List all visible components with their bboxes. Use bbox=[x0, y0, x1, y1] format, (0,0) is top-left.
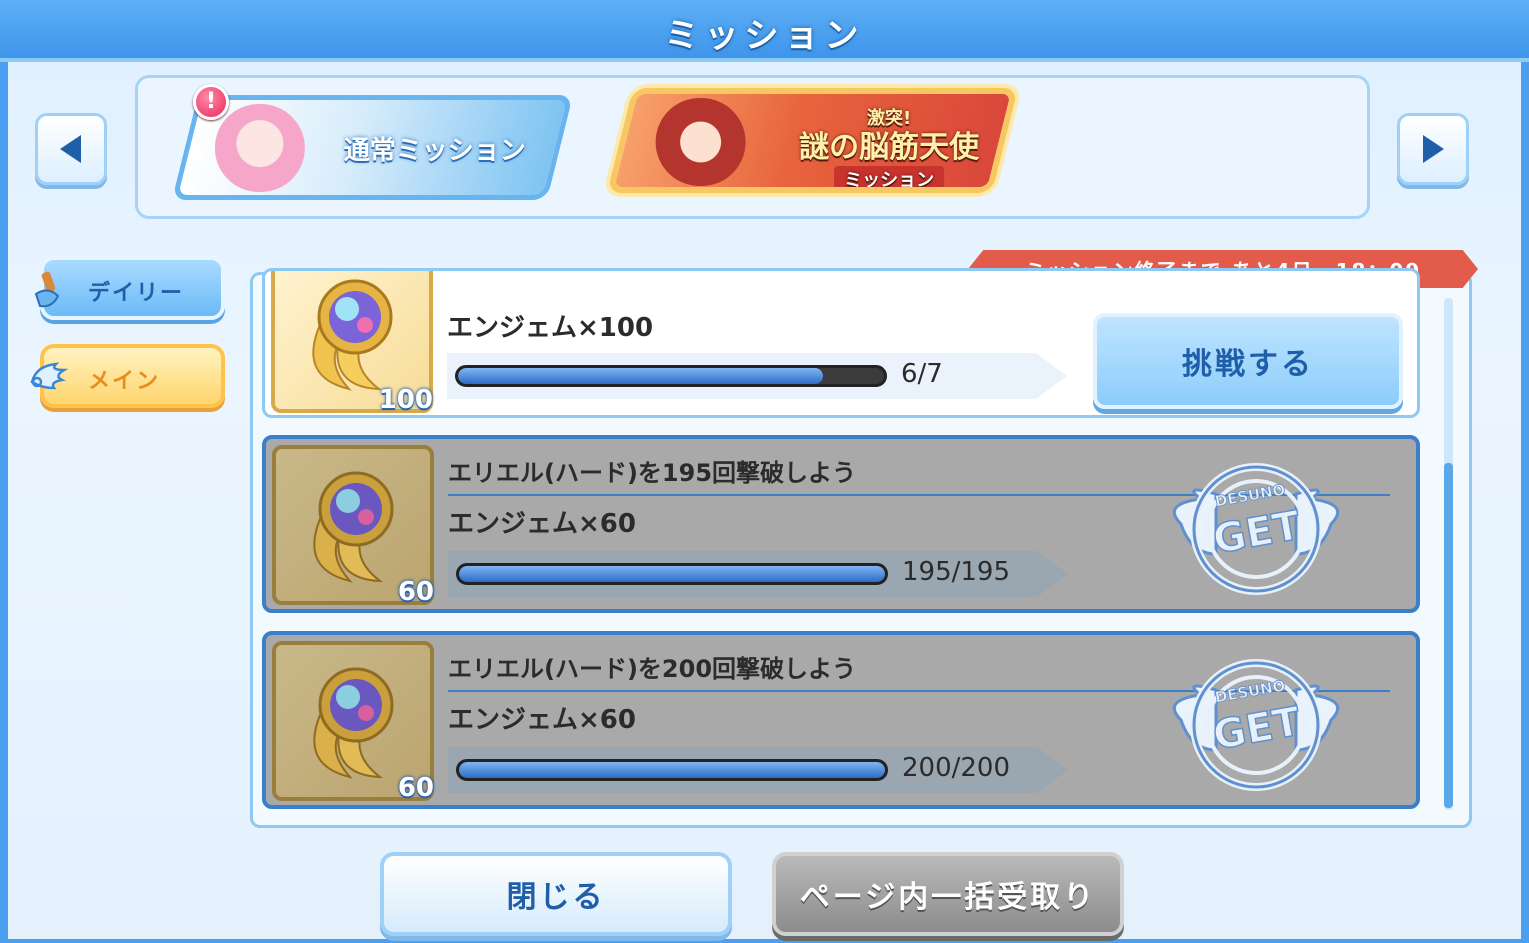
event-label-line1: 激突! bbox=[867, 108, 912, 129]
arrow-left-icon bbox=[60, 135, 81, 163]
reward-icon: 60 bbox=[272, 641, 434, 803]
prev-tab-button[interactable] bbox=[35, 113, 107, 185]
progress-text: 200/200 bbox=[902, 753, 1011, 783]
event-label-line2: 謎の脳筋天使 bbox=[799, 130, 980, 165]
mission-reward: エンジェム×60 bbox=[448, 509, 636, 539]
angem-icon bbox=[313, 667, 394, 779]
challenge-button[interactable]: 挑戦する bbox=[1093, 313, 1403, 409]
tab-event-mission-label: 激突! 謎の脳筋天使 ミッション bbox=[789, 104, 989, 192]
reward-count: 60 bbox=[397, 773, 434, 803]
reward-count: 100 bbox=[378, 385, 433, 415]
event-label-line3: ミッション bbox=[834, 166, 945, 192]
mission-title: エリエル(ハード)を200回撃破しよう bbox=[448, 655, 857, 683]
mission-reward: エンジェム×60 bbox=[448, 705, 636, 735]
brush-icon bbox=[34, 271, 60, 308]
progress-text: 6/7 bbox=[901, 359, 943, 389]
arrow-right-icon bbox=[1423, 135, 1444, 163]
mission-row: 60 エリエル(ハード)を200回撃破しよう エンジェム×60 200/200 … bbox=[262, 631, 1420, 809]
stamp-main-text: GET bbox=[1210, 503, 1305, 564]
get-stamp-icon: DESUNO GET bbox=[1172, 463, 1340, 595]
progress-area: 200/200 bbox=[448, 747, 1068, 793]
progress-bar-fill bbox=[459, 566, 885, 582]
tab-normal-mission[interactable]: 通常ミッション bbox=[171, 95, 574, 200]
side-tab-main-label: メイン bbox=[88, 369, 161, 394]
mission-reward: エンジェム×100 bbox=[447, 313, 654, 343]
progress-bar-fill bbox=[459, 762, 885, 778]
side-tab-main[interactable]: メイン bbox=[30, 344, 225, 408]
mission-row: 60 エリエル(ハード)を195回撃破しよう エンジェム×60 195/195 … bbox=[262, 435, 1420, 613]
progress-bar bbox=[456, 563, 888, 585]
progress-bar bbox=[456, 759, 888, 781]
reward-icon: 100 bbox=[271, 271, 433, 415]
close-button[interactable]: 閉じる bbox=[380, 852, 732, 936]
stamp-main-text: GET bbox=[1210, 699, 1305, 760]
progress-area: 6/7 bbox=[447, 353, 1067, 399]
next-tab-button[interactable] bbox=[1397, 113, 1469, 185]
angem-icon bbox=[312, 279, 393, 391]
side-tab-daily[interactable]: デイリー bbox=[34, 256, 225, 320]
tab-event-mission[interactable]: 激突! 謎の脳筋天使 ミッション bbox=[606, 88, 1019, 193]
progress-area: 195/195 bbox=[448, 551, 1068, 597]
title-bar: ミッション bbox=[0, 0, 1529, 62]
wing-icon bbox=[30, 362, 69, 390]
mission-row: 100 エンジェム×100 6/7 挑戦する bbox=[262, 268, 1420, 418]
progress-bar-fill bbox=[458, 368, 824, 384]
reward-count: 60 bbox=[397, 577, 434, 607]
angem-icon bbox=[313, 471, 394, 583]
character-portrait bbox=[655, 98, 746, 186]
scrollbar[interactable] bbox=[1444, 298, 1453, 810]
character-portrait bbox=[214, 104, 305, 192]
side-tab-daily-label: デイリー bbox=[88, 281, 185, 306]
progress-bar bbox=[455, 365, 887, 387]
bulk-receive-button[interactable]: ページ内一括受取り bbox=[772, 852, 1124, 936]
progress-text: 195/195 bbox=[902, 557, 1011, 587]
get-stamp-icon: DESUNO GET bbox=[1172, 659, 1340, 791]
page-title: ミッション bbox=[664, 16, 865, 56]
scrollbar-thumb[interactable] bbox=[1444, 463, 1453, 808]
alert-badge-icon: ! bbox=[193, 84, 229, 120]
mission-title: エリエル(ハード)を195回撃破しよう bbox=[448, 459, 857, 487]
tab-normal-mission-label: 通常ミッション bbox=[343, 136, 526, 166]
reward-icon: 60 bbox=[272, 445, 434, 607]
